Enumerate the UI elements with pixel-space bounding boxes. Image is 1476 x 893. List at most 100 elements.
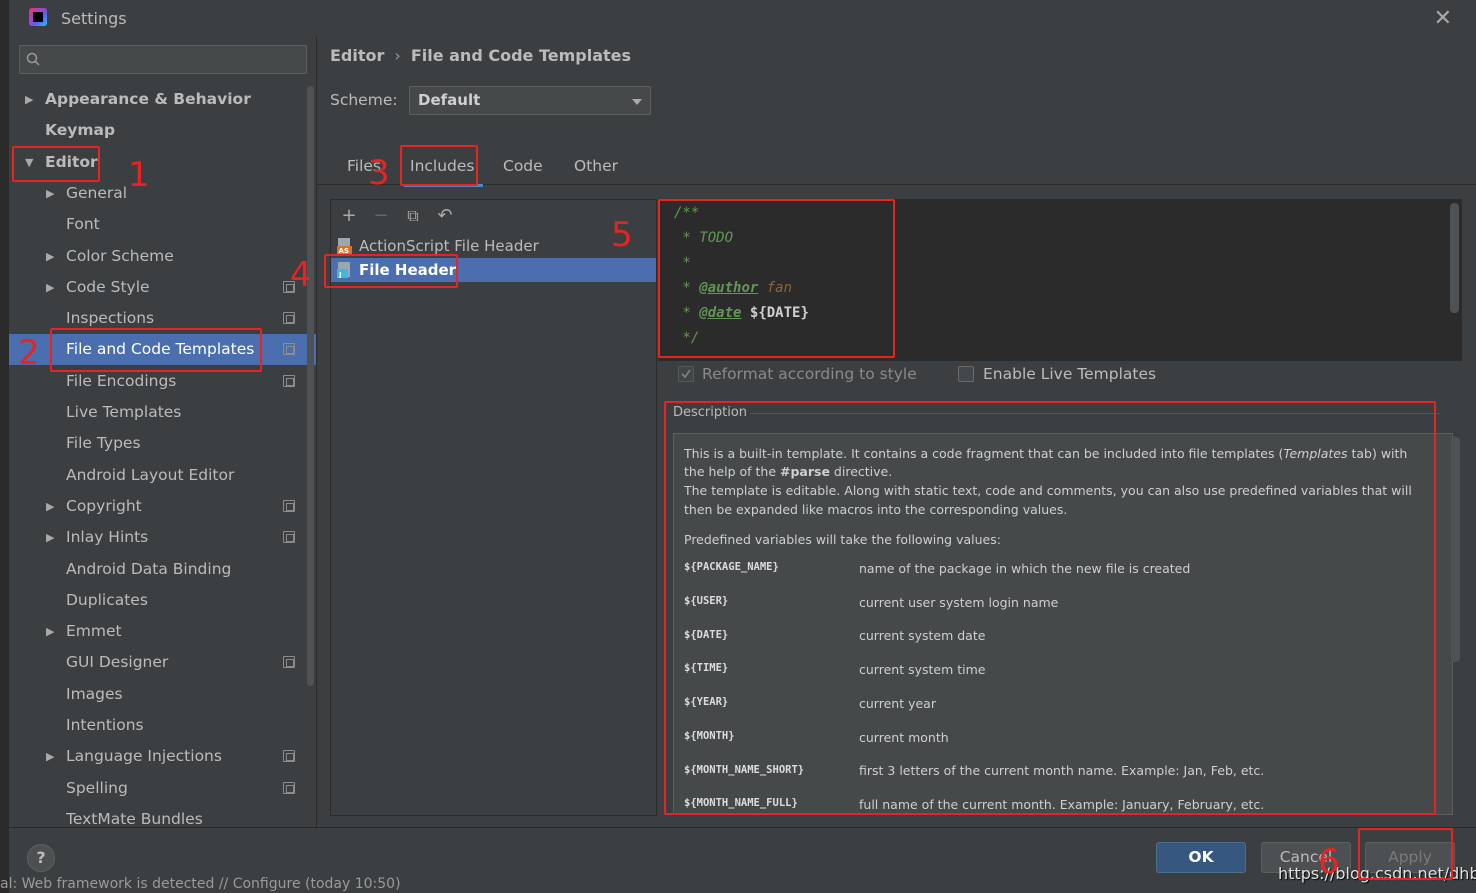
tree-item[interactable]: Intentions	[9, 710, 316, 741]
project-settings-icon	[283, 280, 295, 293]
project-settings-icon	[283, 499, 295, 512]
expanded-arrow-icon[interactable]: ▼	[25, 147, 33, 178]
description-scrollbar[interactable]	[1451, 437, 1460, 662]
watermark: https://blog.csdn.net/dhbfjh	[1278, 864, 1476, 883]
tree-item[interactable]: ▶ Inlay Hints	[9, 522, 316, 553]
ok-button[interactable]: OK	[1156, 842, 1246, 873]
tree-item-label: File Encodings	[66, 371, 177, 390]
tree-item-label: Code Style	[66, 277, 150, 296]
editor-line: *	[674, 255, 691, 271]
description-text: This is a built-in template. It contains…	[684, 445, 1424, 480]
list-item[interactable]: AS ActionScript File Header	[331, 234, 656, 258]
tree-item[interactable]: ▶ Emmet	[9, 616, 316, 647]
tree-item[interactable]: File Types	[9, 428, 316, 459]
tree-item[interactable]: Duplicates	[9, 585, 316, 616]
tree-item[interactable]: ▶ Language Injections	[9, 741, 316, 772]
tree-item[interactable]: ▶ Color Scheme	[9, 241, 316, 272]
variable-description: full name of the current month. Example:…	[859, 797, 1265, 812]
variable-name: ${DATE}	[684, 629, 729, 641]
tree-item[interactable]: ▶ Copyright	[9, 491, 316, 522]
tree-item-label: Editor	[45, 152, 98, 171]
tab-includes[interactable]: Includes	[404, 157, 482, 187]
tree-item[interactable]: ▶ General	[9, 178, 316, 209]
scheme-dropdown[interactable]: Default	[409, 86, 651, 115]
collapsed-arrow-icon[interactable]: ▶	[46, 616, 54, 647]
collapsed-arrow-icon[interactable]: ▶	[46, 241, 54, 272]
tree-item[interactable]: Font	[9, 209, 316, 240]
title-bar: Settings ✕	[9, 0, 1476, 36]
variable-description: current year	[859, 696, 936, 711]
template-tabs: Files Includes Code Other	[317, 145, 1476, 187]
tree-item[interactable]: Keymap	[9, 115, 316, 146]
tree-item-label: Inspections	[66, 309, 155, 328]
variable-name: ${TIME}	[684, 662, 729, 674]
list-item[interactable]: J File Header	[331, 258, 656, 282]
collapsed-arrow-icon[interactable]: ▶	[46, 491, 54, 522]
variable-name: ${USER}	[684, 595, 729, 607]
template-editor[interactable]: /** * TODO * * @author fan * @date ${DAT…	[658, 199, 1462, 361]
tree-item-label: Font	[66, 215, 100, 234]
project-settings-icon	[283, 343, 295, 356]
remove-icon[interactable]: −	[371, 206, 391, 226]
tab-code[interactable]: Code	[503, 157, 543, 175]
ide-background-gutter	[0, 0, 9, 893]
breadcrumb-parent[interactable]: Editor	[330, 46, 384, 65]
check-icon	[681, 369, 691, 379]
tree-item[interactable]: TextMate Bundles	[9, 804, 316, 827]
tree-scrollbar[interactable]	[307, 86, 314, 686]
variable-description: current month	[859, 730, 949, 745]
settings-search[interactable]	[19, 45, 307, 74]
variable-name: ${MONTH}	[684, 730, 735, 742]
tab-files[interactable]: Files	[347, 157, 381, 175]
collapsed-arrow-icon[interactable]: ▶	[46, 522, 54, 553]
tree-item[interactable]: Images	[9, 679, 316, 710]
collapsed-arrow-icon[interactable]: ▶	[46, 272, 54, 303]
tree-item[interactable]: Android Data Binding	[9, 554, 316, 585]
live-templates-label: Enable Live Templates	[983, 365, 1157, 383]
tree-item-label: File and Code Templates	[66, 340, 255, 359]
reset-icon[interactable]: ↶	[435, 206, 455, 226]
search-input[interactable]	[48, 49, 298, 70]
project-settings-icon	[283, 531, 295, 544]
tree-item[interactable]: ▼ Editor	[9, 147, 316, 178]
tree-item[interactable]: Android Layout Editor	[9, 460, 316, 491]
help-button[interactable]: ?	[27, 844, 55, 872]
variable-description: current system date	[859, 628, 986, 643]
scheme-label: Scheme:	[330, 91, 398, 109]
editor-scrollbar[interactable]	[1450, 203, 1459, 313]
collapsed-arrow-icon[interactable]: ▶	[25, 84, 33, 115]
variable-description: current user system login name	[859, 595, 1059, 610]
tree-item[interactable]: Live Templates	[9, 397, 316, 428]
collapsed-arrow-icon[interactable]: ▶	[46, 178, 54, 209]
tree-item[interactable]: Spelling	[9, 773, 316, 804]
tree-item[interactable]: ▶ Code Style	[9, 272, 316, 303]
description-divider	[750, 413, 1440, 414]
tree-item-label: GUI Designer	[66, 653, 169, 672]
collapsed-arrow-icon[interactable]: ▶	[46, 741, 54, 772]
variable-description: name of the package in which the new fil…	[859, 561, 1191, 576]
add-icon[interactable]: +	[339, 206, 359, 226]
reformat-label: Reformat according to style	[702, 365, 917, 383]
tree-item[interactable]: File Encodings	[9, 366, 316, 397]
tree-item[interactable]: Inspections	[9, 303, 316, 334]
editor-line: * @author fan	[674, 276, 792, 301]
reformat-checkbox[interactable]	[678, 366, 694, 382]
copy-icon[interactable]: ⧉	[403, 206, 423, 226]
close-icon[interactable]: ✕	[1434, 6, 1452, 31]
variable-name: ${MONTH_NAME_SHORT}	[684, 764, 805, 776]
description-text: The template is editable. Along with sta…	[684, 483, 1412, 517]
project-settings-icon	[283, 781, 295, 794]
tree-item[interactable]: File and Code Templates	[9, 334, 316, 366]
tree-item-label: Images	[66, 684, 123, 703]
tab-other[interactable]: Other	[574, 157, 618, 175]
tree-item-label: Android Layout Editor	[66, 465, 235, 484]
tree-item[interactable]: ▶ Appearance & Behavior	[9, 84, 316, 115]
tree-item-label: Copyright	[66, 496, 142, 515]
editor-line: /**	[674, 205, 700, 221]
live-templates-checkbox[interactable]	[958, 366, 974, 382]
description-title: Description	[673, 405, 748, 420]
variable-description: current system time	[859, 662, 986, 677]
tree-item[interactable]: GUI Designer	[9, 647, 316, 678]
template-name: ActionScript File Header	[359, 237, 539, 255]
project-settings-icon	[283, 656, 295, 669]
